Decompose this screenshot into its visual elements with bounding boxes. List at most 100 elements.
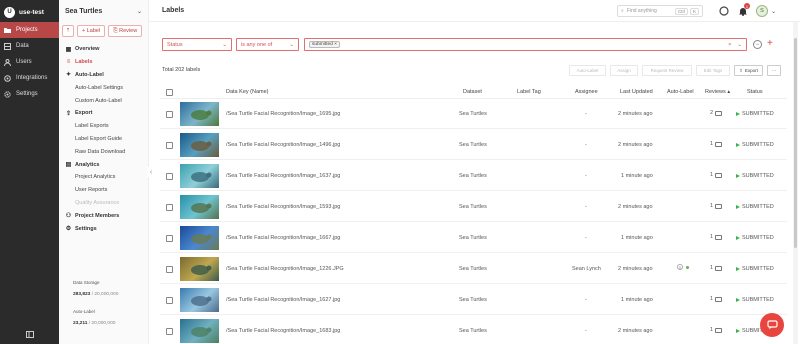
org-name: use-test [19, 8, 44, 16]
filter-operator-value: is any one of [241, 41, 273, 48]
row-checkbox[interactable] [166, 235, 173, 242]
add-filter-icon[interactable]: + [767, 38, 773, 49]
row-checkbox[interactable] [166, 111, 173, 118]
column-data-key[interactable]: Data Key (Name) [226, 89, 269, 95]
row-checkbox[interactable] [166, 297, 173, 304]
table-row[interactable]: /Sea Turtle Facial Recognition/Image_163… [160, 161, 787, 191]
search-input[interactable]: ⌕ Find anything Ctrl K [617, 5, 703, 17]
data-key[interactable]: /Sea Turtle Facial Recognition/Image_166… [226, 235, 340, 241]
chevron-down-icon: ⌄ [289, 41, 294, 48]
collapse-nav-icon[interactable] [0, 331, 59, 338]
image-thumbnail[interactable] [180, 319, 219, 343]
data-key[interactable]: /Sea Turtle Facial Recognition/Image_159… [226, 204, 340, 210]
org-switcher[interactable]: U use-test [0, 2, 59, 22]
sidebar-item-project-members[interactable]: ⚇ Project Members [59, 209, 148, 222]
project-switcher[interactable]: Sea Turtles ⌄ [59, 0, 148, 22]
table-row[interactable]: /Sea Turtle Facial Recognition/Image_149… [160, 130, 787, 160]
column-label-tag[interactable]: Label Tag [517, 89, 541, 95]
more-icon[interactable]: ··· [767, 65, 781, 76]
reviews-cell[interactable]: 1 [710, 234, 723, 240]
filter-value-input[interactable]: submitted × × ⌄ [304, 38, 747, 51]
image-thumbnail[interactable] [180, 195, 219, 219]
table-row[interactable]: /Sea Turtle Facial Recognition/Image_168… [160, 316, 787, 344]
row-checkbox[interactable] [166, 173, 173, 180]
reviews-cell[interactable]: 1 [710, 327, 723, 333]
chip-close-icon[interactable]: × [334, 42, 337, 47]
column-status[interactable]: Status [747, 89, 763, 95]
data-key[interactable]: /Sea Turtle Facial Recognition/Image_122… [226, 266, 344, 272]
status-circle-icon[interactable] [719, 6, 729, 16]
clear-icon[interactable]: × [728, 42, 731, 48]
image-thumbnail[interactable] [180, 288, 219, 312]
sidebar-item-overview[interactable]: ▦ Overview [59, 43, 148, 56]
sidebar-item-analytics[interactable]: ▤ Analytics [59, 158, 148, 171]
sidebar-item-auto-label[interactable]: ✦ Auto-Label [59, 69, 148, 82]
assign-button[interactable]: Assign [610, 65, 638, 76]
table-row[interactable]: /Sea Turtle Facial Recognition/Image_169… [160, 99, 787, 129]
nav-item-projects[interactable]: Projects [0, 22, 59, 38]
filter-field-select[interactable]: Status ⌄ [162, 38, 232, 51]
row-checkbox[interactable] [166, 328, 173, 335]
export-button[interactable]: ⇪ Export [734, 65, 763, 76]
table-row[interactable]: /Sea Turtle Facial Recognition/Image_166… [160, 223, 787, 253]
table-row[interactable]: /Sea Turtle Facial Recognition/Image_159… [160, 192, 787, 222]
reviews-cell[interactable]: 1 [710, 172, 723, 178]
table-row[interactable]: /Sea Turtle Facial Recognition/Image_162… [160, 285, 787, 315]
image-thumbnail[interactable] [180, 164, 219, 188]
label-button[interactable]: + Label [77, 25, 106, 37]
nav-item-users[interactable]: Users [0, 54, 59, 70]
data-key[interactable]: /Sea Turtle Facial Recognition/Image_168… [226, 328, 340, 334]
back-arrow-icon[interactable]: ⇡ [62, 25, 74, 37]
column-assignee[interactable]: Assignee [575, 89, 598, 95]
nav-item-settings[interactable]: Settings [0, 86, 59, 102]
nav-item-integrations[interactable]: Integrations [0, 70, 59, 86]
data-key[interactable]: /Sea Turtle Facial Recognition/Image_149… [226, 142, 340, 148]
chevron-down-icon[interactable]: ⌄ [737, 42, 742, 48]
sidebar-item-label-export-guide[interactable]: Label Export Guide [59, 133, 148, 146]
reviews-cell[interactable]: 1 [710, 203, 723, 209]
image-thumbnail[interactable] [180, 102, 219, 126]
request-review-button[interactable]: Request Review [642, 65, 692, 76]
column-reviews[interactable]: Reviews ▴ [705, 89, 730, 95]
row-checkbox[interactable] [166, 142, 173, 149]
column-dataset[interactable]: Dataset [463, 89, 482, 95]
review-button[interactable]: ⎘ Review [108, 25, 143, 37]
collapse-sidebar-icon[interactable]: ‹ [147, 167, 155, 177]
image-thumbnail[interactable] [180, 257, 219, 281]
sidebar-item-custom-auto-label[interactable]: Custom Auto-Label [59, 94, 148, 107]
sidebar-item-user-reports[interactable]: User Reports [59, 184, 148, 197]
reviews-cell[interactable]: 1 [710, 296, 723, 302]
edit-tags-button[interactable]: Edit Tags [696, 65, 730, 76]
reviews-cell[interactable]: 2 [710, 110, 723, 116]
row-checkbox[interactable] [166, 266, 173, 273]
column-last-updated[interactable]: Last Updated [620, 89, 653, 95]
column-auto-label[interactable]: Auto-Label [667, 89, 694, 95]
sidebar-item-labels[interactable]: ≡ Labels [59, 56, 148, 69]
sidebar-item-label-exports[interactable]: Label Exports [59, 120, 148, 133]
data-key[interactable]: /Sea Turtle Facial Recognition/Image_162… [226, 297, 340, 303]
filter-operator-select[interactable]: is any one of ⌄ [236, 38, 299, 51]
sidebar-item-auto-label-settings[interactable]: Auto-Label Settings [59, 81, 148, 94]
bell-icon[interactable]: 1 [738, 3, 750, 16]
image-thumbnail[interactable] [180, 133, 219, 157]
avatar[interactable]: S [756, 5, 768, 17]
select-all-checkbox[interactable] [166, 89, 173, 96]
reviews-cell[interactable]: 1 [710, 141, 723, 147]
sidebar-item-settings[interactable]: ⚙ Settings [59, 222, 148, 235]
help-chat-button[interactable] [760, 313, 784, 337]
assignee: - [585, 173, 587, 179]
sidebar-item-raw-data-download[interactable]: Raw Data Download [59, 145, 148, 158]
nav-item-data[interactable]: Data [0, 38, 59, 54]
data-key[interactable]: /Sea Turtle Facial Recognition/Image_163… [226, 173, 340, 179]
table-row[interactable]: /Sea Turtle Facial Recognition/Image_122… [160, 254, 787, 284]
auto-label-button[interactable]: Auto-Label [569, 65, 606, 76]
scrollbar-thumb[interactable] [794, 38, 797, 248]
sidebar-item-export[interactable]: ⇪ Export [59, 107, 148, 120]
row-checkbox[interactable] [166, 204, 173, 211]
reviews-cell[interactable]: 1 [710, 265, 723, 271]
image-thumbnail[interactable] [180, 226, 219, 250]
chevron-down-icon[interactable]: ⌄ [771, 8, 776, 15]
sidebar-item-project-analytics[interactable]: Project Analytics [59, 171, 148, 184]
data-key[interactable]: /Sea Turtle Facial Recognition/Image_169… [226, 111, 340, 117]
remove-filter-icon[interactable]: − [753, 40, 762, 49]
